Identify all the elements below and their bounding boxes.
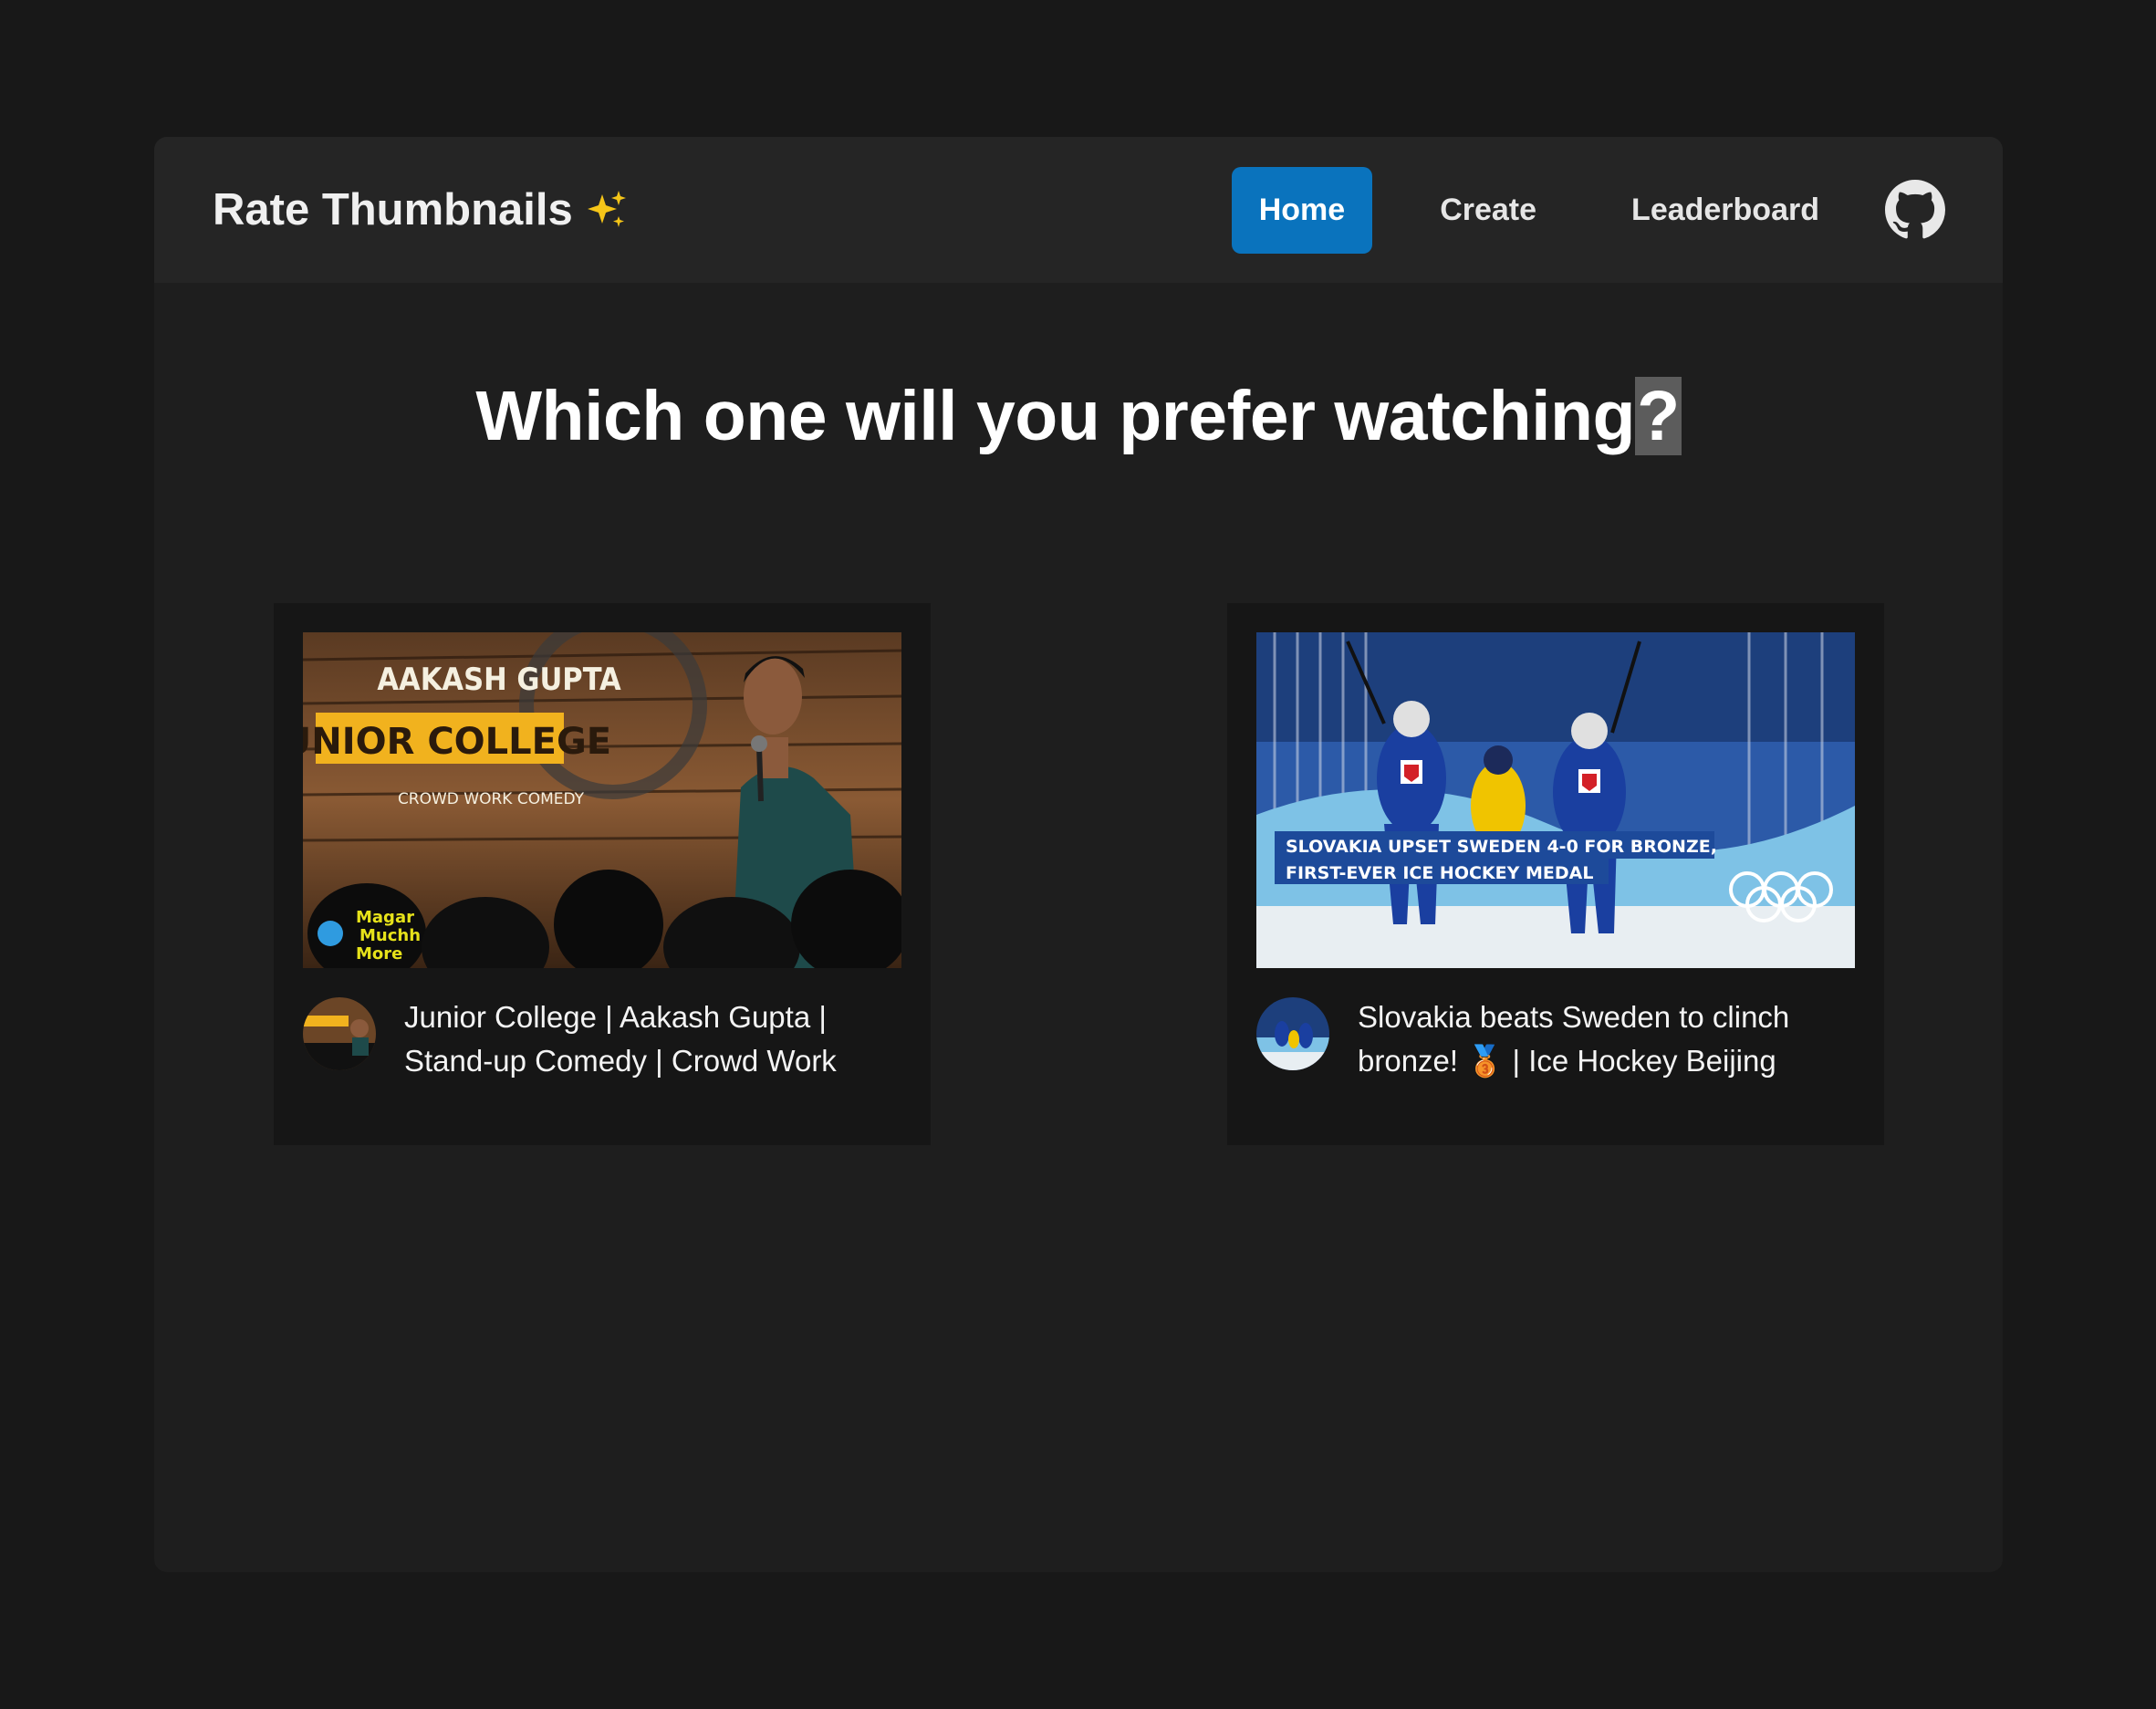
github-icon[interactable] [1885,180,1945,240]
thumb-logo-3: More [356,944,402,964]
thumb-logo-2: Muchh [359,926,421,945]
nav-menu: Home Create Leaderboard [1231,166,1945,254]
app-window: Rate Thumbnails Home Create Leaderboard … [154,137,2003,1572]
video-thumbnail[interactable]: SLOVAKIA UPSET SWEDEN 4-0 FOR BRONZE, FI… [1256,632,1855,968]
video-title-line-2: Stand-up Comedy | Crowd Work [404,1044,837,1078]
nav-leaderboard-link[interactable]: Leaderboard [1604,167,1847,254]
video-thumbnail[interactable]: AAKASH GUPTA JUNIOR COLLEGE CROWD WORK C… [303,632,901,968]
channel-avatar[interactable] [303,997,376,1070]
sparkles-icon [586,189,628,231]
thumb-logo-1: Magar [356,908,414,927]
video-title[interactable]: Slovakia beats Sweden to clinch bronze! … [1358,995,1789,1083]
video-title-line-1: Junior College | Aakash Gupta | [404,1000,827,1034]
question-mark: ? [1635,377,1682,455]
question-text: Which one will you prefer watching [475,377,1636,455]
nav-create-link[interactable]: Create [1412,167,1564,254]
brand-title: Rate Thumbnails [213,185,573,234]
thumb-headline-1: SLOVAKIA UPSET SWEDEN 4-0 FOR BRONZE, [1286,837,1717,857]
channel-avatar[interactable] [1256,997,1329,1070]
video-title-line-2: bronze! 🥉 | Ice Hockey Beijing [1358,1044,1776,1078]
video-card-left[interactable]: AAKASH GUPTA JUNIOR COLLEGE CROWD WORK C… [274,603,931,1145]
video-card-right[interactable]: SLOVAKIA UPSET SWEDEN 4-0 FOR BRONZE, FI… [1227,603,1884,1145]
video-meta: Junior College | Aakash Gupta | Stand-up… [303,997,901,1083]
thumb-sub-text: CROWD WORK COMEDY [398,790,585,808]
video-title-line-1: Slovakia beats Sweden to clinch [1358,1000,1790,1034]
thumb-show-text: JUNIOR COLLEGE [303,721,611,763]
video-meta: Slovakia beats Sweden to clinch bronze! … [1256,997,1855,1083]
brand[interactable]: Rate Thumbnails [213,184,628,235]
thumb-headline-2: FIRST-EVER ICE HOCKEY MEDAL [1286,863,1593,883]
page-title: Which one will you prefer watching? [154,376,2003,457]
nav-home-button[interactable]: Home [1231,166,1373,254]
thumb-name-text: AAKASH GUPTA [377,662,621,698]
video-title[interactable]: Junior College | Aakash Gupta | Stand-up… [404,995,837,1083]
navbar: Rate Thumbnails Home Create Leaderboard [154,137,2003,283]
